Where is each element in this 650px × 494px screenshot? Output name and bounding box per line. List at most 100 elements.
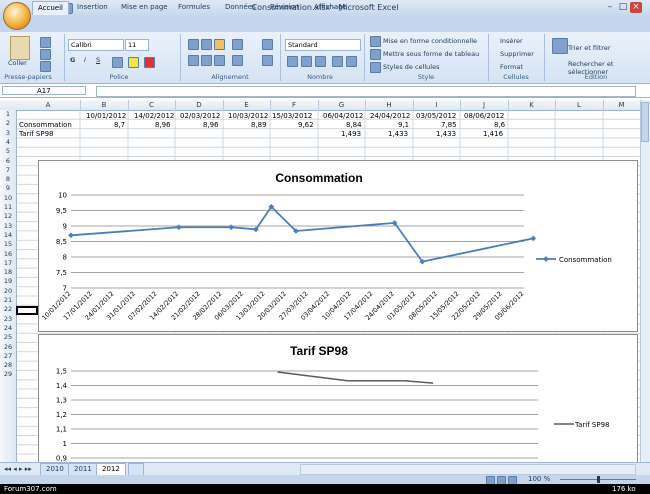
- cell-b2[interactable]: 8,7: [114, 121, 125, 130]
- row-header-1[interactable]: 1: [0, 110, 16, 119]
- row-header-28[interactable]: 28: [0, 361, 16, 370]
- tab-insertion[interactable]: Insertion: [72, 1, 113, 14]
- paste-icon[interactable]: [10, 36, 30, 60]
- cell-h2[interactable]: 9,1: [398, 121, 409, 130]
- column-header-i[interactable]: I: [413, 100, 461, 110]
- column-header-d[interactable]: D: [175, 100, 224, 110]
- font-name-select[interactable]: Calibri: [68, 39, 124, 51]
- row-header-12[interactable]: 12: [0, 212, 16, 221]
- bold-button[interactable]: G: [70, 56, 75, 64]
- office-button[interactable]: [3, 2, 31, 30]
- number-format-select[interactable]: Standard: [285, 39, 361, 51]
- borders-icon[interactable]: [112, 57, 123, 68]
- formula-input[interactable]: [96, 86, 636, 97]
- row-header-17[interactable]: 17: [0, 259, 16, 268]
- tab-donnees[interactable]: Données: [220, 1, 261, 14]
- cell-a3[interactable]: Tarif SP98: [19, 130, 54, 139]
- cell-j1[interactable]: 08/06/2012: [464, 112, 504, 121]
- column-header-h[interactable]: H: [365, 100, 414, 110]
- cell-c2[interactable]: 8,96: [155, 121, 171, 130]
- cell-styles-button[interactable]: Styles de cellules: [383, 63, 439, 71]
- italic-button[interactable]: I: [84, 56, 86, 64]
- horizontal-scrollbar[interactable]: [300, 464, 636, 475]
- row-header-4[interactable]: 4: [0, 138, 16, 147]
- cell-b1[interactable]: 10/01/2012: [86, 112, 126, 121]
- row-header-23[interactable]: 23: [0, 315, 16, 324]
- percent-icon[interactable]: [301, 56, 312, 67]
- close-icon[interactable]: ×: [630, 2, 642, 13]
- format-button[interactable]: Format: [500, 63, 523, 71]
- row-header-5[interactable]: 5: [0, 147, 16, 156]
- row-header-19[interactable]: 19: [0, 277, 16, 286]
- cell-c1[interactable]: 14/02/2012: [134, 112, 174, 121]
- column-header-m[interactable]: M: [603, 100, 641, 110]
- row-header-21[interactable]: 21: [0, 296, 16, 305]
- indent-icon[interactable]: [232, 55, 243, 66]
- wrap-text-icon[interactable]: [262, 39, 273, 50]
- row-header-8[interactable]: 8: [0, 175, 16, 184]
- cell-i3[interactable]: 1,433: [436, 130, 456, 139]
- underline-button[interactable]: S: [96, 56, 100, 64]
- orientation-icon[interactable]: [232, 39, 243, 50]
- name-box[interactable]: A17: [2, 86, 86, 95]
- cut-icon[interactable]: [40, 37, 51, 48]
- row-header-9[interactable]: 9: [0, 184, 16, 193]
- cell-j3[interactable]: 1,416: [483, 130, 503, 139]
- font-size-select[interactable]: 11: [125, 39, 149, 51]
- column-header-j[interactable]: J: [460, 100, 509, 110]
- column-header-a[interactable]: A: [16, 100, 81, 110]
- currency-icon[interactable]: [287, 56, 298, 67]
- column-header-g[interactable]: G: [318, 100, 366, 110]
- row-header-14[interactable]: 14: [0, 231, 16, 240]
- column-header-f[interactable]: F: [270, 100, 319, 110]
- scroll-thumb[interactable]: [641, 102, 649, 142]
- chart-tarif-sp98[interactable]: Tarif SP98 1,5 1,4 1,3 1,2 1,1 1 0,9 Tarif SP98: [38, 334, 638, 464]
- tab-mise-en-page[interactable]: Mise en page: [116, 1, 173, 14]
- cell-f2[interactable]: 9,62: [298, 121, 314, 130]
- cell-e2[interactable]: 8,89: [251, 121, 267, 130]
- tab-formules[interactable]: Formules: [173, 1, 215, 14]
- row-header-7[interactable]: 7: [0, 166, 16, 175]
- selected-cell-a17[interactable]: [16, 306, 38, 315]
- row-header-25[interactable]: 25: [0, 333, 16, 342]
- column-header-e[interactable]: E: [223, 100, 271, 110]
- row-header-15[interactable]: 15: [0, 240, 16, 249]
- sort-filter-button[interactable]: Trier et filtrer: [568, 44, 640, 52]
- cell-f1[interactable]: 15/03/2012: [272, 112, 312, 121]
- conditional-format-button[interactable]: Mise en forme conditionnelle: [383, 37, 477, 45]
- minimize-icon[interactable]: –: [604, 2, 616, 13]
- align-middle-icon[interactable]: [201, 39, 212, 50]
- tab-affichage[interactable]: Affichage: [309, 1, 352, 14]
- row-header-2[interactable]: 2: [0, 119, 16, 128]
- row-header-10[interactable]: 10: [0, 194, 16, 203]
- cell-g1[interactable]: 06/04/2012: [323, 112, 363, 121]
- row-header-16[interactable]: 16: [0, 250, 16, 259]
- align-center-icon[interactable]: [201, 55, 212, 66]
- row-header-18[interactable]: 18: [0, 268, 16, 277]
- format-painter-icon[interactable]: [40, 61, 51, 72]
- column-header-c[interactable]: C: [128, 100, 176, 110]
- copy-icon[interactable]: [40, 49, 51, 60]
- increase-decimal-icon[interactable]: [332, 56, 343, 67]
- row-header-29[interactable]: 29: [0, 370, 16, 379]
- font-color-icon[interactable]: [144, 57, 155, 68]
- decrease-decimal-icon[interactable]: [346, 56, 357, 67]
- cell-g3[interactable]: 1,493: [341, 130, 361, 139]
- cell-d1[interactable]: 02/03/2012: [180, 112, 220, 121]
- vertical-scrollbar[interactable]: [640, 100, 650, 462]
- cell-i2[interactable]: 7,85: [441, 121, 457, 130]
- align-top-icon[interactable]: [188, 39, 199, 50]
- cell-h1[interactable]: 24/04/2012: [370, 112, 410, 121]
- column-header-k[interactable]: K: [508, 100, 556, 110]
- row-header-13[interactable]: 13: [0, 222, 16, 231]
- maximize-icon[interactable]: □: [617, 2, 629, 13]
- chart-consommation[interactable]: Consommation 10 9,5 9 8,5 8 7,5 7 10/01/2012 17/0…: [38, 160, 638, 332]
- column-header-b[interactable]: B: [80, 100, 129, 110]
- cell-j2[interactable]: 8,6: [494, 121, 505, 130]
- row-header-6[interactable]: 6: [0, 157, 16, 166]
- row-header-11[interactable]: 11: [0, 203, 16, 212]
- zoom-slider-thumb[interactable]: [597, 476, 600, 483]
- fill-color-icon[interactable]: [128, 57, 139, 68]
- insert-button[interactable]: Insérer: [500, 37, 523, 45]
- cell-i1[interactable]: 03/05/2012: [416, 112, 456, 121]
